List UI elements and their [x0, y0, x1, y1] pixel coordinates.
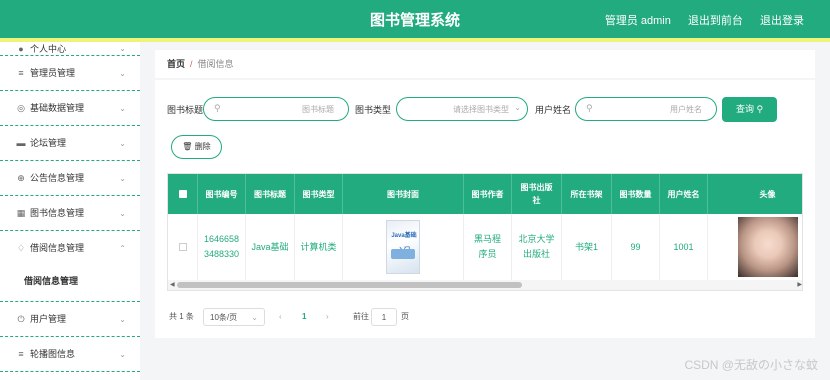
- pagination: 共 1 条 10条/页 ⌄ ‹ 1 › 前往 1 页: [169, 308, 569, 326]
- sidebar-item-borrow[interactable]: ♢ 借阅信息管理 ⌃: [0, 231, 140, 266]
- chevron-down-icon: ⌄: [514, 103, 521, 112]
- goto-suffix: 页: [401, 312, 409, 321]
- goto-page-input[interactable]: 1: [371, 308, 397, 326]
- next-page-button[interactable]: ›: [326, 308, 329, 326]
- chevron-down-icon: ⌄: [119, 174, 126, 183]
- sidebar-item-carousel[interactable]: ≡ 轮播图信息 ⌄: [0, 337, 140, 372]
- cell-book-cover: Java基础入门: [343, 214, 464, 280]
- chevron-down-icon: ⌄: [119, 104, 126, 113]
- search-icon: ⚲: [756, 104, 764, 114]
- breadcrumb-separator: /: [190, 59, 193, 69]
- delete-button[interactable]: 🗑 删除: [171, 135, 222, 159]
- type-select[interactable]: 请选择图书类型 ⌄: [396, 97, 528, 121]
- search-icon: ⚲: [214, 103, 221, 113]
- monitor-icon: ▬: [16, 138, 26, 148]
- title-placeholder: 图书标题: [302, 105, 334, 114]
- watermark: CSDN @无敌の小さな蚊: [684, 358, 818, 372]
- col-book-cover: 图书封面: [343, 174, 464, 214]
- borrow-table: 图书编号 图书标题 图书类型 图书封面 图书作者 图书出版社 所在书架 图书数量…: [167, 173, 803, 291]
- page-number[interactable]: 1: [302, 308, 306, 326]
- sidebar-item-notice[interactable]: ⊕ 公告信息管理 ⌄: [0, 161, 140, 196]
- chevron-down-icon: ⌄: [251, 313, 258, 322]
- prev-page-button[interactable]: ‹: [279, 308, 282, 326]
- scroll-right-icon[interactable]: ▶: [797, 281, 802, 288]
- logout-link[interactable]: 退出登录: [760, 15, 804, 27]
- crosshair-icon: ⊕: [17, 173, 25, 183]
- main-panel: 图书标题 ⚲ 图书标题 图书类型 请选择图书类型 ⌄ 用户姓名 ⚲ 用户姓名 查…: [155, 80, 815, 338]
- col-book-publisher: 图书出版社: [512, 174, 562, 214]
- col-book-type: 图书类型: [295, 174, 343, 214]
- sliders-icon: ≡: [18, 349, 24, 359]
- page-size-select[interactable]: 10条/页 ⌄: [203, 308, 265, 326]
- sidebar-item-forum[interactable]: ▬ 论坛管理 ⌄: [0, 126, 140, 161]
- chevron-down-icon: ⌄: [119, 315, 126, 324]
- user-search-input[interactable]: ⚲ 用户姓名: [575, 97, 717, 121]
- col-book-title: 图书标题: [246, 174, 295, 214]
- type-placeholder: 请选择图书类型: [453, 105, 509, 114]
- chevron-down-icon: ⌄: [119, 139, 126, 148]
- chevron-up-icon: ⌃: [119, 244, 126, 253]
- col-user-name: 用户姓名: [660, 174, 708, 214]
- sidebar-item-users[interactable]: ⏻ 用户管理 ⌄: [0, 302, 140, 337]
- chevron-down-icon: ⌄: [119, 69, 126, 78]
- trash-icon: 🗑: [182, 142, 193, 151]
- chevron-down-icon: ⌄: [119, 209, 126, 218]
- list-icon: ≡: [18, 68, 24, 78]
- goto-label: 前往: [353, 312, 369, 321]
- horizontal-scrollbar[interactable]: ◀ ▶: [168, 280, 802, 290]
- cell-book-author: 黑马程序员: [464, 214, 512, 280]
- top-header: 图书管理系统 管理员 admin 退出到前台 退出登录: [0, 0, 830, 42]
- back-to-front-link[interactable]: 退出到前台: [688, 15, 743, 27]
- select-all-checkbox[interactable]: [168, 174, 198, 214]
- cell-book-title: Java基础: [246, 214, 295, 280]
- row-checkbox[interactable]: [168, 214, 198, 280]
- cell-avatar: [708, 214, 802, 280]
- bell-icon: ♢: [16, 243, 26, 253]
- cell-book-type: 计算机类: [295, 214, 343, 280]
- col-book-count: 图书数量: [612, 174, 660, 214]
- cell-book-publisher: 北京大学出版社: [512, 214, 562, 280]
- avatar: [738, 217, 798, 277]
- col-book-id: 图书编号: [198, 174, 246, 214]
- sidebar-item-admin[interactable]: ≡ 管理员管理 ⌄: [0, 56, 140, 91]
- col-shelf: 所在书架: [562, 174, 612, 214]
- chevron-down-icon: ⌄: [119, 350, 126, 359]
- breadcrumb-current: 借阅信息: [197, 59, 234, 69]
- search-icon: ⚲: [586, 103, 593, 113]
- search-button[interactable]: 查询 ⚲: [722, 97, 777, 122]
- cell-book-id: 1646658 3488330: [198, 214, 246, 280]
- user-filter-label: 用户姓名: [535, 105, 572, 115]
- col-avatar: 头像: [708, 174, 802, 214]
- user-icon: ●: [18, 44, 24, 54]
- scroll-left-icon[interactable]: ◀: [170, 281, 175, 288]
- header-links: 管理员 admin 退出到前台 退出登录: [591, 0, 804, 42]
- sidebar-item-books[interactable]: ▦ 图书信息管理 ⌄: [0, 196, 140, 231]
- title-search-input[interactable]: ⚲ 图书标题: [203, 97, 349, 121]
- chevron-down-icon: ⌄: [119, 44, 126, 53]
- sidebar: ● 个人中心 ⌄ ≡ 管理员管理 ⌄ ◎ 基础数据管理 ⌄ ▬ 论坛管理 ⌄ ⊕ 公告信息…: [0, 42, 140, 380]
- cell-book-count: 99: [612, 214, 660, 280]
- pagination-total: 共 1 条: [169, 312, 194, 321]
- sidebar-item-basic-data[interactable]: ◎ 基础数据管理 ⌄: [0, 91, 140, 126]
- scrollbar-thumb[interactable]: [177, 282, 522, 288]
- compass-icon: ◎: [17, 103, 25, 113]
- breadcrumb-home[interactable]: 首页: [167, 59, 185, 69]
- title-filter-label: 图书标题: [167, 105, 204, 115]
- type-filter-label: 图书类型: [355, 105, 392, 115]
- table-row[interactable]: 1646658 3488330 Java基础 计算机类 Java基础入门 黑马程…: [168, 214, 802, 280]
- sidebar-item-profile[interactable]: ● 个人中心 ⌄: [0, 42, 140, 56]
- power-icon: ⏻: [17, 314, 25, 324]
- table-header: 图书编号 图书标题 图书类型 图书封面 图书作者 图书出版社 所在书架 图书数量…: [168, 174, 802, 214]
- cell-user-name: 1001: [660, 214, 708, 280]
- grid-icon: ▦: [16, 208, 26, 218]
- col-book-author: 图书作者: [464, 174, 512, 214]
- book-cover-image: Java基础入门: [386, 220, 420, 274]
- user-placeholder: 用户姓名: [670, 105, 702, 114]
- admin-user-label: 管理员 admin: [604, 15, 671, 27]
- cell-shelf: 书架1: [562, 214, 612, 280]
- breadcrumb: 首页 / 借阅信息: [155, 50, 815, 78]
- sidebar-subitem-borrow-manage[interactable]: 借阅信息管理: [0, 266, 140, 302]
